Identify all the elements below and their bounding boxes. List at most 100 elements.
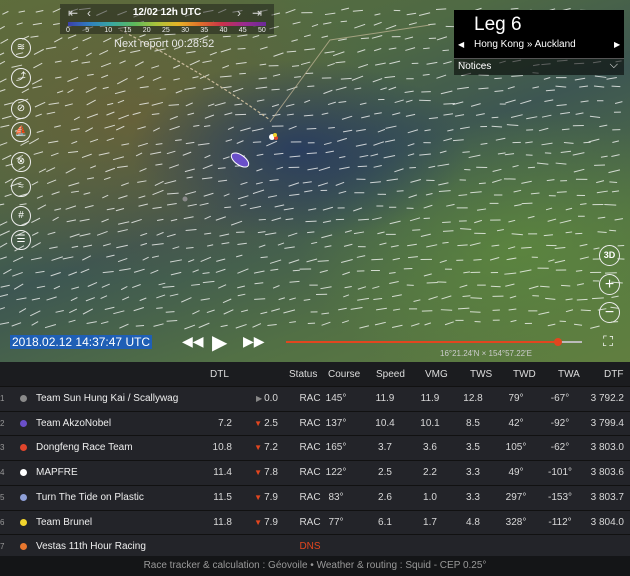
twa-value: -101°	[547, 467, 572, 479]
rank-number: 2	[0, 418, 5, 428]
wind-icon[interactable]: ≈	[11, 177, 31, 197]
timeline-slider[interactable]	[286, 338, 582, 346]
dtf-value: 3 804.0	[590, 516, 624, 528]
scale-tick: 20	[142, 27, 151, 34]
boat-scallywag-marker[interactable]	[182, 196, 188, 202]
dtl-change-value: 0.0	[264, 393, 278, 404]
notices-label: Notices	[458, 61, 492, 72]
table-row[interactable]: 5 Turn The Tide on Plastic 11.5 ▼ 7.9 RAC 83° 2…	[0, 484, 630, 510]
rewind-icon[interactable]: ◀◀	[182, 333, 204, 350]
leg-title: Leg 6	[474, 14, 522, 35]
fullscreen-icon[interactable]: ⛶	[601, 334, 615, 348]
zoom-out-button[interactable]: −	[599, 302, 620, 323]
scale-tick: 5	[85, 27, 90, 34]
route-icon[interactable]: ⤴	[11, 68, 31, 88]
header-course: Course	[328, 369, 361, 380]
course-value: 77°	[328, 516, 344, 528]
tws-value: 3.3	[466, 491, 480, 503]
compass-icon[interactable]: ⊘	[11, 99, 31, 119]
boat-akzonobel-marker[interactable]	[229, 150, 251, 170]
dtl-change-value: 7.9	[264, 491, 278, 503]
play-icon[interactable]: ▶	[212, 330, 227, 355]
trend-down-icon: ▼	[254, 418, 263, 428]
tws-value: 3.3	[466, 467, 480, 479]
footer-credits: Race tracker & calculation : Géovoile • …	[0, 556, 630, 576]
dtl-change: ▼ 7.2	[245, 436, 278, 460]
fast-forward-icon[interactable]: ▶▶	[243, 333, 265, 350]
scale-tick: 25	[162, 27, 170, 34]
dtf-value: 3 799.4	[590, 417, 624, 429]
compass-needle-icon[interactable]: ⊗	[11, 152, 31, 172]
course-value: 165°	[325, 442, 347, 454]
boat-brunel-marker[interactable]	[273, 133, 277, 137]
table-row[interactable]: 3 Dongfeng Race Team 10.8 ▼ 7.2 RAC 165° 3.7 3.6…	[0, 435, 630, 461]
table-row[interactable]: 1 Team Sun Hung Kai / Scallywag ▶ 0.0 RAC 145…	[0, 386, 630, 411]
table-row[interactable]: 2 Team AkzoNobel 7.2 ▼ 2.5 RAC 137° 10.4 10.1 8.5…	[0, 410, 630, 436]
header-status: Status	[289, 369, 318, 380]
twa-value: -67°	[550, 393, 570, 404]
header-dtl: DTL	[210, 369, 229, 380]
dtl-change-value: 7.2	[264, 442, 278, 454]
timeline-progress	[286, 341, 559, 343]
header-vmg: VMG	[425, 369, 448, 380]
header-dtf: DTF	[604, 369, 624, 380]
team-name: Team AkzoNobel	[36, 417, 112, 429]
vmg-value: 3.6	[423, 442, 437, 454]
table-row[interactable]: 6 Team Brunel 11.8 ▼ 7.9 RAC 77° 6.1 1.7 4.8 328° -…	[0, 509, 630, 535]
speed-value: 2.6	[378, 491, 392, 503]
vmg-value: 1.0	[423, 491, 437, 503]
dtf-value: 3 803.6	[590, 467, 624, 479]
dtl-change-value: 7.9	[264, 516, 278, 528]
chevron-left-icon[interactable]: ◀	[458, 40, 464, 49]
speed-value: 2.5	[378, 467, 392, 479]
time-scale: ⇤ ‹ 12/02 12h UTC › ⇥ 0 5 10 15 20 25 30 35 40 45…	[60, 4, 274, 34]
speed-value: 11.9	[375, 393, 395, 404]
dtf-value: 3 792.2	[590, 393, 624, 404]
dtl-value: 10.8	[212, 442, 232, 454]
dtl-change: ▼ 7.8	[245, 461, 278, 485]
team-color-dot	[20, 543, 27, 551]
current-timestamp: 2018.02.12 14:37:47 UTC	[10, 335, 153, 349]
dtl-change-value: 2.5	[264, 417, 278, 429]
course-value: 83°	[328, 491, 344, 503]
table-row[interactable]: 4 MAPFRE 11.4 ▼ 7.8 RAC 122° 2.5 2.2 3.3 49° -101° 3…	[0, 460, 630, 486]
speed-value: 3.7	[378, 442, 392, 454]
layers-icon[interactable]: ≋	[11, 38, 31, 58]
grid-icon[interactable]: #	[11, 206, 31, 226]
scale-tick: 35	[200, 27, 209, 34]
tws-value: 8.5	[466, 417, 480, 429]
twd-value: 79°	[508, 393, 524, 404]
wind-speed-scale	[68, 22, 266, 26]
team-color-dot	[20, 469, 27, 477]
dtl-change: ▼ 7.9	[245, 511, 278, 535]
dtl-change-value: 7.8	[264, 467, 278, 479]
team-name: Team Brunel	[36, 516, 93, 528]
vmg-value: 10.1	[420, 417, 440, 429]
rank-number: 3	[0, 443, 5, 453]
vmg-value: 11.9	[420, 393, 440, 404]
twa-value: -62°	[550, 442, 570, 454]
header-twd: TWD	[513, 369, 536, 380]
leg-route: Hong Kong » Auckland	[474, 39, 576, 50]
course-value: 145°	[325, 393, 347, 404]
header-twa: TWA	[558, 369, 580, 380]
zoom-in-button[interactable]: +	[599, 274, 620, 295]
twd-value: 42°	[508, 417, 524, 429]
tws-value: 3.5	[466, 442, 480, 454]
view-3d-button[interactable]: 3D	[599, 245, 620, 266]
chevron-down-icon: ⌵	[609, 59, 618, 71]
notices-dropdown[interactable]: Notices ⌵	[454, 58, 624, 75]
header-tws: TWS	[470, 369, 493, 380]
chevron-right-icon[interactable]: ▶	[614, 40, 620, 49]
scale-tick: 45	[238, 27, 247, 34]
dtf-value: 3 803.7	[590, 491, 624, 503]
dtl-change: ▶ 0.0	[245, 387, 278, 411]
map-view[interactable]: ⇤ ‹ 12/02 12h UTC › ⇥ 0 5 10 15 20 25 30 35 40 45…	[0, 0, 630, 362]
twd-value: 297°	[505, 491, 527, 503]
next-report: Next report 00:28:52	[114, 38, 215, 50]
team-name: Turn The Tide on Plastic	[36, 491, 144, 503]
boat-icon[interactable]: ⛵	[11, 122, 31, 142]
ruler-icon[interactable]: ☰	[11, 230, 31, 250]
skip-forward-icon[interactable]: ⇥	[250, 6, 264, 20]
chevron-right-icon[interactable]: ›	[232, 6, 246, 20]
